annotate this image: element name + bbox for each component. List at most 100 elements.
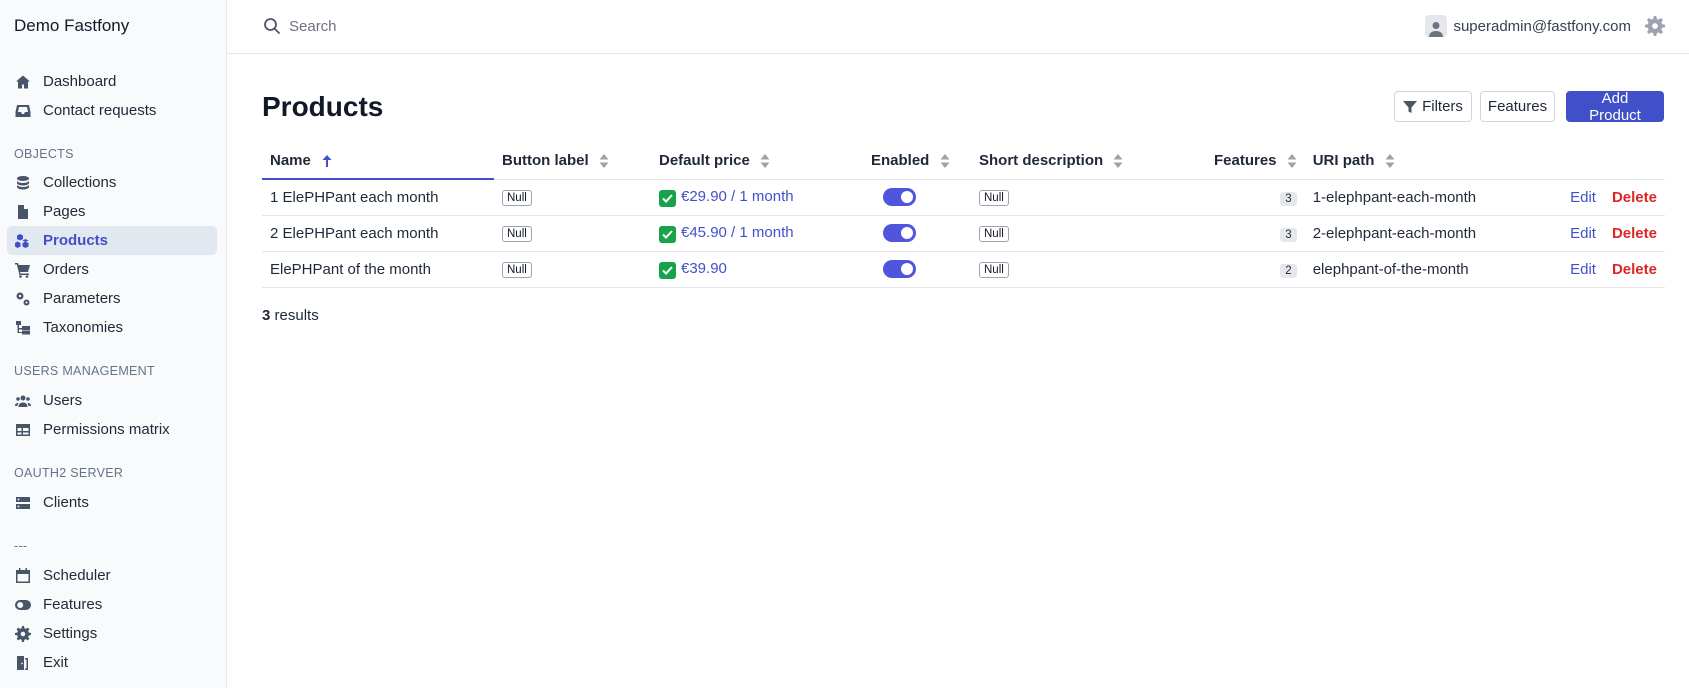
add-product-button[interactable]: Add Product (1566, 90, 1664, 124)
filters-button[interactable]: Filters (1394, 91, 1472, 122)
results-label: results (274, 307, 319, 324)
sidebar-item-dashboard[interactable]: Dashboard (7, 67, 217, 96)
door-icon (14, 654, 32, 672)
sidebar-item-label: Collections (43, 174, 117, 191)
sidebar-item-clients[interactable]: Clients (7, 488, 217, 517)
products-table: Name Button label Default price Enabled … (262, 142, 1665, 288)
sidebar-item-exit[interactable]: Exit (7, 648, 217, 677)
sidebar-item-label: Pages (43, 203, 86, 220)
enabled-toggle[interactable] (883, 188, 916, 207)
null-badge: Null (979, 226, 1009, 242)
table-header-row: Name Button label Default price Enabled … (262, 142, 1665, 180)
column-header-enabled[interactable]: Enabled (863, 142, 971, 180)
features-count-badge: 3 (1280, 191, 1297, 206)
features-button[interactable]: Features (1480, 91, 1555, 122)
uri-path: 2-elephpant-each-month (1304, 215, 1545, 252)
column-header-features[interactable]: Features (1206, 142, 1305, 180)
sidebar-item-label: Scheduler (43, 567, 111, 584)
column-header-short-description[interactable]: Short description (971, 142, 1206, 180)
sidebar-item-products[interactable]: Products (7, 226, 217, 255)
sidebar-item-label: Contact requests (43, 102, 157, 119)
enabled-toggle[interactable] (883, 224, 916, 243)
search-icon (264, 18, 280, 34)
user-email: superadmin@fastfony.com (1453, 17, 1631, 35)
sidebar-item-label: Orders (43, 261, 89, 278)
product-name: 2 ElePHPant each month (262, 215, 494, 252)
column-header-label: Button label (502, 151, 589, 169)
edit-link[interactable]: Edit (1570, 189, 1596, 206)
table-row[interactable]: 1 ElePHPant each month Null €29.90 / 1 m… (262, 179, 1665, 216)
features-button-label: Features (1487, 98, 1548, 115)
users-icon (14, 392, 32, 410)
section-title-objects: OBJECTS (14, 147, 74, 161)
enabled-toggle[interactable] (883, 260, 916, 279)
delete-link[interactable]: Delete (1612, 261, 1657, 278)
price-link[interactable]: €39.90 (681, 260, 727, 277)
column-header-uri-path[interactable]: URI path (1304, 142, 1545, 180)
features-count-badge: 2 (1280, 263, 1297, 278)
uri-path: 1-elephpant-each-month (1304, 179, 1545, 216)
sidebar-item-label: Settings (43, 625, 98, 642)
toggle-icon (14, 596, 32, 614)
edit-link[interactable]: Edit (1570, 261, 1596, 278)
sort-icon (1385, 153, 1395, 168)
column-header-button-label[interactable]: Button label (494, 142, 651, 180)
column-header-label: URI path (1312, 151, 1375, 169)
check-icon (659, 261, 676, 279)
sidebar-item-parameters[interactable]: Parameters (7, 284, 217, 313)
table-row[interactable]: 2 ElePHPant each month Null €45.90 / 1 m… (262, 215, 1665, 252)
sidebar-item-taxonomies[interactable]: Taxonomies (7, 313, 217, 342)
user-menu[interactable]: superadmin@fastfony.com (1425, 15, 1631, 37)
avatar (1425, 15, 1448, 37)
sidebar-item-label: Permissions matrix (43, 421, 170, 438)
null-badge: Null (502, 226, 532, 242)
sidebar-item-users[interactable]: Users (7, 386, 217, 415)
page-title: Products (262, 91, 384, 122)
price-link[interactable]: €29.90 / 1 month (681, 188, 794, 205)
check-icon (659, 225, 676, 243)
settings-gear-icon[interactable] (1645, 16, 1665, 36)
hierarchy-icon (14, 319, 32, 337)
column-header-name[interactable]: Name (262, 142, 494, 180)
sidebar-item-orders[interactable]: Orders (7, 255, 217, 284)
check-icon (659, 189, 676, 207)
column-header-label: Features (1214, 151, 1277, 169)
sidebar-item-label: Products (43, 232, 109, 249)
home-icon (14, 73, 32, 91)
section-title-users-management: USERS MANAGEMENT (14, 364, 155, 378)
filters-button-label: Filters (1422, 98, 1463, 115)
section-title-misc: --- (14, 539, 28, 553)
column-header-label: Name (270, 151, 311, 169)
sidebar-item-collections[interactable]: Collections (7, 168, 217, 197)
sidebar-item-pages[interactable]: Pages (7, 197, 217, 226)
brand-title[interactable]: Demo Fastfony (14, 16, 129, 36)
gears-icon (14, 290, 32, 308)
sidebar-item-contact-requests[interactable]: Contact requests (7, 96, 217, 125)
gear-icon (14, 625, 32, 643)
inbox-icon (14, 102, 32, 120)
null-badge: Null (502, 190, 532, 206)
sidebar: Demo Fastfony Dashboard Contact requests… (0, 0, 227, 688)
results-count: 3 (262, 307, 271, 324)
sidebar-item-scheduler[interactable]: Scheduler (7, 561, 217, 590)
product-name: 1 ElePHPant each month (262, 179, 494, 216)
filter-icon (1403, 100, 1418, 113)
sidebar-item-label: Exit (43, 654, 69, 671)
null-badge: Null (979, 190, 1009, 206)
table-row[interactable]: ElePHPant of the month Null €39.90 Null … (262, 251, 1665, 288)
delete-link[interactable]: Delete (1612, 225, 1657, 242)
cubes-icon (14, 232, 32, 250)
edit-link[interactable]: Edit (1570, 225, 1596, 242)
delete-link[interactable]: Delete (1612, 189, 1657, 206)
column-header-default-price[interactable]: Default price (651, 142, 863, 180)
top-bar: superadmin@fastfony.com (227, 0, 1689, 54)
features-count-badge: 3 (1280, 227, 1297, 242)
cart-icon (14, 261, 32, 279)
sort-icon (940, 153, 950, 168)
sidebar-item-permissions-matrix[interactable]: Permissions matrix (7, 415, 217, 444)
price-link[interactable]: €45.90 / 1 month (681, 224, 794, 241)
sidebar-item-features[interactable]: Features (7, 590, 217, 619)
user-icon (1429, 22, 1444, 37)
search-input[interactable] (289, 13, 689, 39)
sidebar-item-settings[interactable]: Settings (7, 619, 217, 648)
